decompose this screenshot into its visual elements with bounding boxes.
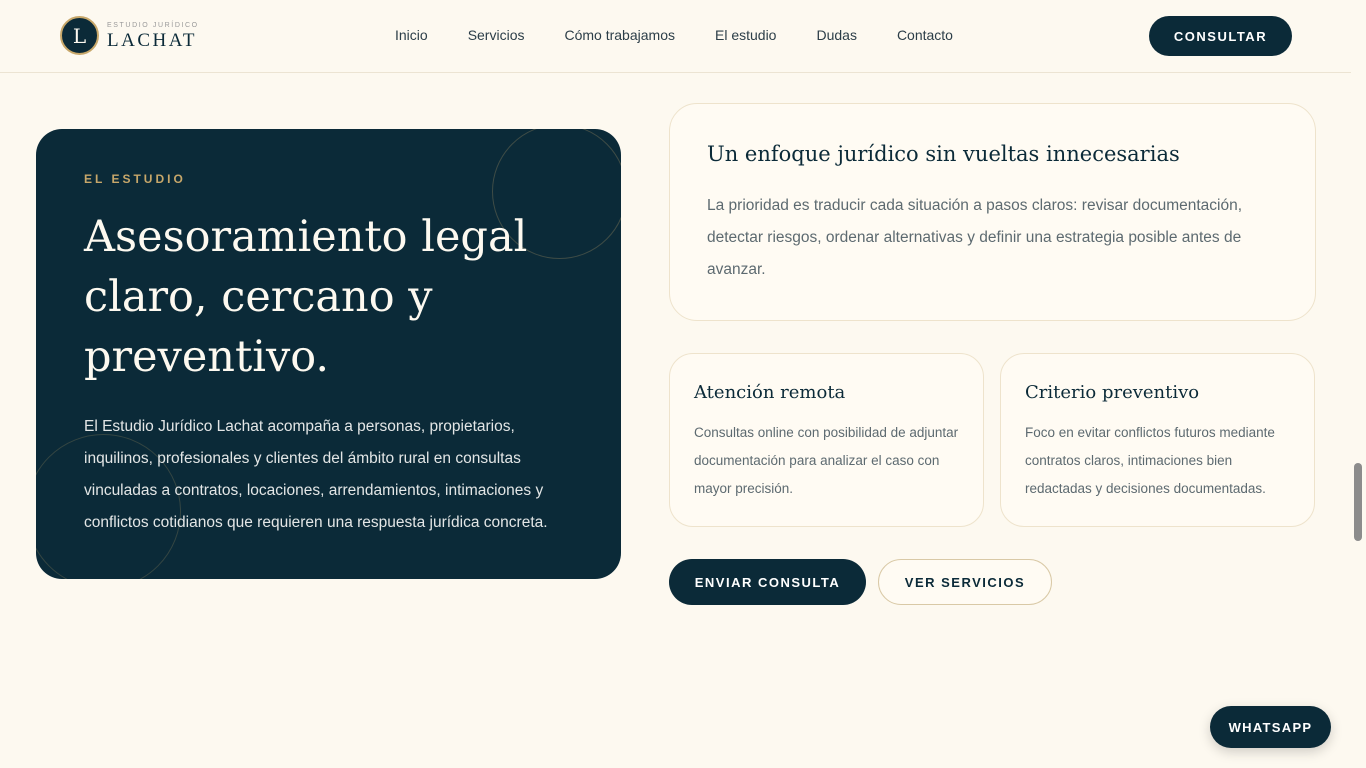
scrollbar[interactable]	[1351, 0, 1366, 768]
hero-description: El Estudio Jurídico Lachat acompaña a pe…	[84, 418, 548, 531]
logo[interactable]: L ESTUDIO JURÍDICO LACHAT	[60, 16, 199, 55]
logo-name: LACHAT	[107, 29, 197, 51]
nav-link-dudas[interactable]: Dudas	[816, 27, 856, 43]
logo-mark-icon: L	[60, 16, 99, 55]
feature-card-preventive: Criterio preventivo Foco en evitar confl…	[1000, 353, 1315, 527]
hero-title: Asesoramiento legal claro, cercano y pre…	[84, 212, 528, 382]
feature-card-body: Consultas online con posibilidad de adju…	[694, 425, 959, 496]
nav-link-servicios[interactable]: Servicios	[468, 27, 525, 43]
feature-card-title: Criterio preventivo	[1025, 382, 1200, 403]
view-services-button[interactable]: VER SERVICIOS	[878, 559, 1052, 605]
consultar-button[interactable]: CONSULTAR	[1149, 16, 1292, 56]
logo-text: ESTUDIO JURÍDICO LACHAT	[107, 22, 199, 50]
send-inquiry-button[interactable]: ENVIAR CONSULTA	[669, 559, 866, 605]
nav-link-contacto[interactable]: Contacto	[897, 27, 953, 43]
whatsapp-button[interactable]: WHATSAPP	[1210, 706, 1331, 748]
main-nav: Inicio Servicios Cómo trabajamos El estu…	[395, 27, 993, 43]
site-header: L ESTUDIO JURÍDICO LACHAT Inicio Servici…	[0, 0, 1351, 73]
nav-link-inicio[interactable]: Inicio	[395, 27, 428, 43]
feature-card-title: Atención remota	[694, 382, 846, 403]
approach-card: Un enfoque jurídico sin vueltas innecesa…	[669, 103, 1316, 321]
hero-eyebrow: EL ESTUDIO	[84, 172, 186, 186]
feature-card-body: Foco en evitar conflictos futuros median…	[1025, 425, 1275, 496]
scrollbar-thumb[interactable]	[1354, 463, 1362, 541]
logo-subtitle: ESTUDIO JURÍDICO	[107, 21, 199, 29]
approach-card-body: La prioridad es traducir cada situación …	[707, 197, 1243, 278]
approach-card-title: Un enfoque jurídico sin vueltas innecesa…	[707, 142, 1180, 166]
feature-card-remote: Atención remota Consultas online con pos…	[669, 353, 984, 527]
nav-link-el-estudio[interactable]: El estudio	[715, 27, 776, 43]
hero-panel: EL ESTUDIO Asesoramiento legal claro, ce…	[36, 129, 621, 579]
nav-link-como-trabajamos[interactable]: Cómo trabajamos	[564, 27, 675, 43]
